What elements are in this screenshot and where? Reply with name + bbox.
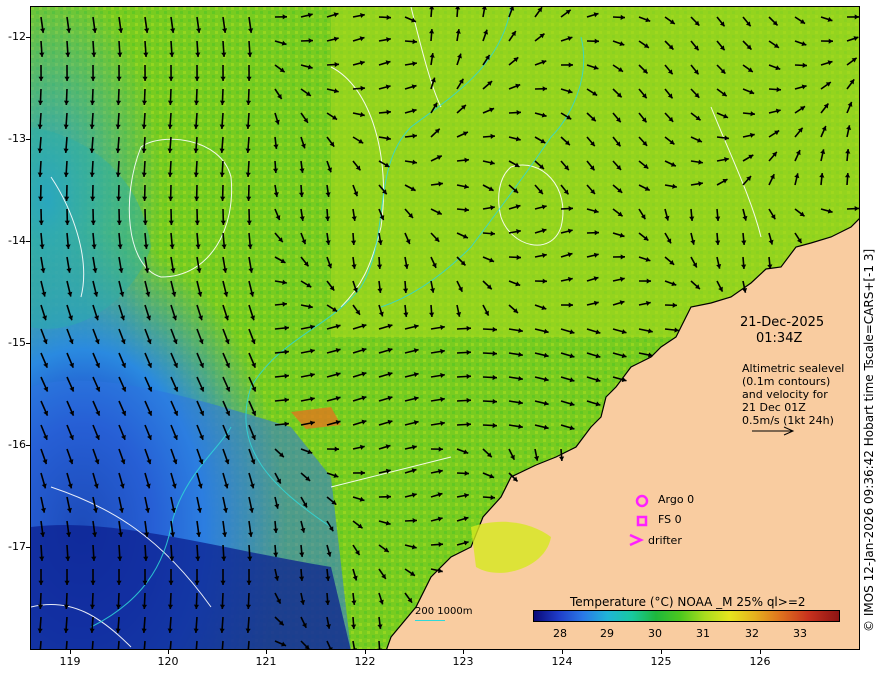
lat-tick-mark	[26, 445, 30, 446]
legend-drifter-label: drifter	[648, 533, 682, 547]
lat-tick-label: -17	[8, 540, 26, 553]
lat-tick-mark	[26, 241, 30, 242]
colorbar-tick-label: 29	[600, 627, 614, 640]
map-date: 21-Dec-2025	[740, 315, 825, 330]
lat-tick-mark	[26, 139, 30, 140]
note-line: and velocity for	[742, 388, 828, 401]
lon-tick-label: 120	[157, 655, 179, 668]
lon-tick-mark	[365, 650, 366, 654]
lon-tick-label: 124	[551, 655, 573, 668]
lon-tick-label: 126	[749, 655, 771, 668]
lon-tick-label: 119	[59, 655, 81, 668]
scale-arrow-icon	[752, 426, 795, 436]
drifter-icon	[629, 533, 644, 547]
note-line: (0.1m contours)	[742, 375, 831, 388]
colorbar-tick-label: 32	[745, 627, 759, 640]
lat-tick-label: -14	[8, 234, 26, 247]
map-canvas	[31, 7, 859, 649]
lon-tick-mark	[562, 650, 563, 654]
lat-tick-label: -15	[8, 336, 26, 349]
legend-argo-label: Argo 0	[658, 493, 695, 506]
lon-tick-label: 123	[452, 655, 474, 668]
note-line: Altimetric sealevel	[742, 362, 845, 375]
depth-contour-key: 200 1000m	[415, 606, 473, 617]
colorbar-title: Temperature (°C) NOAA _M 25% ql>=2	[570, 595, 806, 609]
lon-tick-label: 121	[255, 655, 277, 668]
lon-tick-mark	[70, 650, 71, 654]
colorbar-tick-label: 31	[696, 627, 710, 640]
colorbar-tick-label: 33	[793, 627, 807, 640]
lat-tick-label: -13	[8, 132, 26, 145]
lat-tick-label: -16	[8, 438, 26, 451]
colorbar-tick-label: 30	[648, 627, 662, 640]
lon-tick-mark	[463, 650, 464, 654]
lon-tick-mark	[266, 650, 267, 654]
lon-tick-mark	[168, 650, 169, 654]
lon-tick-label: 122	[354, 655, 376, 668]
lon-tick-mark	[760, 650, 761, 654]
legend-drifter: drifter	[628, 533, 682, 547]
colorbar-tick-label: 28	[553, 627, 567, 640]
depth-contour-line	[415, 620, 445, 621]
credit-text: © IMOS 12-Jan-2026 09:36:42 Hobart time …	[862, 248, 876, 632]
sst-map[interactable]	[30, 6, 860, 650]
lat-tick-mark	[26, 547, 30, 548]
note-line: 21 Dec 01Z	[742, 401, 806, 414]
velocity-arrow	[378, 640, 381, 649]
lon-tick-label: 125	[650, 655, 672, 668]
lat-tick-mark	[26, 343, 30, 344]
map-time: 01:34Z	[756, 331, 803, 346]
lon-tick-mark	[661, 650, 662, 654]
temperature-colorbar	[533, 610, 840, 622]
legend-fs: FS 0	[636, 513, 682, 526]
lat-tick-mark	[26, 37, 30, 38]
lat-tick-label: -12	[8, 30, 26, 43]
altimetry-note: Altimetric sealevel (0.1m contours) and …	[742, 362, 852, 427]
legend-argo: Argo 0	[636, 493, 694, 506]
legend-fs-label: FS 0	[658, 513, 682, 526]
